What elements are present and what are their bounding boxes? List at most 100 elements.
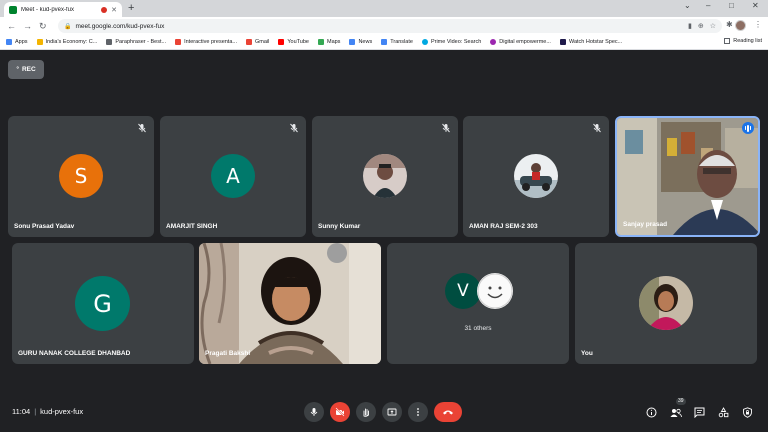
profile-photo <box>363 154 407 198</box>
mic-off-icon <box>138 123 146 133</box>
bookmark-apps[interactable]: Apps <box>6 39 28 45</box>
avatar: A <box>211 154 255 198</box>
meeting-details-button[interactable] <box>644 405 658 419</box>
bookmark-translate[interactable]: Translate <box>381 39 413 45</box>
bookmark-hotstar[interactable]: Watch Hotstar Spec... <box>559 39 622 45</box>
participant-name: Sonu Prasad Yadav <box>14 223 75 230</box>
bookmark-favicon-icon <box>490 39 497 45</box>
smiley-avatar <box>477 273 513 309</box>
participant-tile-amarjit[interactable]: A AMARJIT SINGH <box>160 116 306 237</box>
participant-name: AMAN RAJ SEM-2 303 <box>469 223 538 230</box>
participant-name: Pragati Bakshi <box>205 350 251 357</box>
end-call-icon <box>443 410 453 415</box>
maps-icon <box>317 39 324 45</box>
participant-tile-you[interactable]: You <box>575 243 757 364</box>
participant-tile-sanjay[interactable]: Sanjay prasad <box>615 116 760 237</box>
tab-title: Meet - kud-pvex-fux <box>21 6 75 13</box>
meet-favicon-icon <box>9 5 17 14</box>
profile-avatar[interactable] <box>735 20 746 31</box>
camera-button[interactable] <box>330 402 350 422</box>
bookmark-favicon-icon <box>175 39 182 45</box>
bookmark-maps[interactable]: Maps <box>317 39 340 45</box>
leave-call-button[interactable] <box>434 402 462 422</box>
video-feed <box>199 243 381 364</box>
bookmark-youtube[interactable]: YouTube <box>278 39 309 45</box>
others-count-label: 31 others <box>464 325 492 332</box>
participant-tile-pragati[interactable]: Pragati Bakshi <box>199 243 381 364</box>
participant-tile-aman[interactable]: AMAN RAJ SEM-2 303 <box>463 116 609 237</box>
tab-search-button[interactable]: ⌄ <box>684 1 691 10</box>
prime-video-icon <box>421 39 428 45</box>
lock-icon: 🔒 <box>64 23 72 30</box>
bookmark-favicon-icon <box>36 39 43 45</box>
participant-tile-sunny[interactable]: Sunny Kumar <box>312 116 458 237</box>
participant-name: You <box>581 350 593 357</box>
bookmark-item[interactable]: India's Economy: C... <box>36 39 97 45</box>
host-controls-button[interactable] <box>740 405 754 419</box>
apps-grid-icon <box>6 39 12 45</box>
reload-icon[interactable]: ↻ <box>39 20 47 32</box>
meeting-controls-bar: 11:04 | kud-pvex-fux <box>0 396 768 432</box>
participant-name: Sanjay prasad <box>623 221 668 228</box>
recording-chip[interactable]: ° REC <box>8 60 44 79</box>
raise-hand-icon <box>363 408 369 417</box>
more-options-button[interactable] <box>408 402 428 422</box>
people-icon <box>670 408 682 417</box>
gmail-icon <box>245 39 252 45</box>
extensions-icon[interactable]: ✱ <box>726 20 733 29</box>
meet-tab[interactable]: Meet - kud-pvex-fux ✕ <box>4 2 122 17</box>
bookmark-gmail[interactable]: Gmail <box>245 39 269 45</box>
bookmarks-bar: Apps India's Economy: C... Paraphraser -… <box>0 35 768 50</box>
avatar: V <box>445 273 481 309</box>
url-text: meet.google.com/kud-pvex-fux <box>75 22 165 30</box>
mic-off-icon <box>290 123 298 133</box>
participant-count-badge: 39 <box>676 398 686 405</box>
new-tab-button[interactable]: + <box>128 2 134 15</box>
news-icon <box>349 39 356 45</box>
maximize-button[interactable]: □ <box>729 1 734 10</box>
participant-tile-sonu[interactable]: S Sonu Prasad Yadav <box>8 116 154 237</box>
bookmark-prime-video[interactable]: Prime Video: Search <box>421 39 481 45</box>
recording-indicator-icon <box>101 6 108 13</box>
address-bar[interactable]: 🔒 meet.google.com/kud-pvex-fux ▮ ⊕ ☆ <box>58 19 722 33</box>
speaking-indicator-icon <box>742 122 754 134</box>
activities-button[interactable] <box>716 405 730 419</box>
microphone-icon <box>310 408 318 416</box>
present-screen-button[interactable] <box>382 402 402 422</box>
reading-list-button[interactable]: Reading list <box>724 38 762 44</box>
participant-tile-guru-nanak[interactable]: G GURU NANAK COLLEGE DHANBAD <box>12 243 194 364</box>
bookmark-item[interactable]: Interactive presenta... <box>175 39 237 45</box>
bookmark-news[interactable]: News <box>349 39 372 45</box>
present-screen-icon <box>387 408 397 416</box>
tab-close-icon[interactable]: ✕ <box>111 6 117 14</box>
chat-icon <box>694 407 704 418</box>
meeting-code: kud-pvex-fux <box>40 407 84 416</box>
profile-photo <box>639 276 693 330</box>
people-button[interactable] <box>669 405 683 419</box>
recording-dot-icon: ° <box>16 66 19 73</box>
meeting-time: 11:04 <box>12 407 31 416</box>
participant-name: AMARJIT SINGH <box>166 223 218 230</box>
info-icon <box>646 407 656 417</box>
back-icon[interactable]: ← <box>7 20 16 32</box>
mic-off-icon <box>593 123 601 133</box>
forward-icon[interactable]: → <box>23 20 32 32</box>
minimize-button[interactable]: – <box>706 1 710 10</box>
microphone-button[interactable] <box>304 402 324 422</box>
profile-photo <box>514 154 558 198</box>
avatar: G <box>75 276 130 331</box>
browser-menu-icon[interactable]: ⋮ <box>754 20 762 29</box>
others-tile[interactable]: V 31 others <box>387 243 569 364</box>
bookmark-star-icon[interactable]: ☆ <box>710 22 716 30</box>
bookmark-item[interactable]: Paraphraser - Best... <box>106 39 166 45</box>
raise-hand-button[interactable] <box>356 402 376 422</box>
install-app-icon[interactable]: ⊕ <box>698 22 704 30</box>
close-window-button[interactable]: ✕ <box>752 1 759 10</box>
camera-in-use-icon[interactable]: ▮ <box>688 22 692 30</box>
camera-off-icon <box>335 407 345 417</box>
bookmark-item[interactable]: Digital empowerme... <box>490 39 551 45</box>
chat-button[interactable] <box>692 405 706 419</box>
browser-toolbar: ← → ↻ 🔒 meet.google.com/kud-pvex-fux ▮ ⊕… <box>0 17 768 35</box>
avatar: S <box>59 154 103 198</box>
video-feed <box>617 118 758 235</box>
